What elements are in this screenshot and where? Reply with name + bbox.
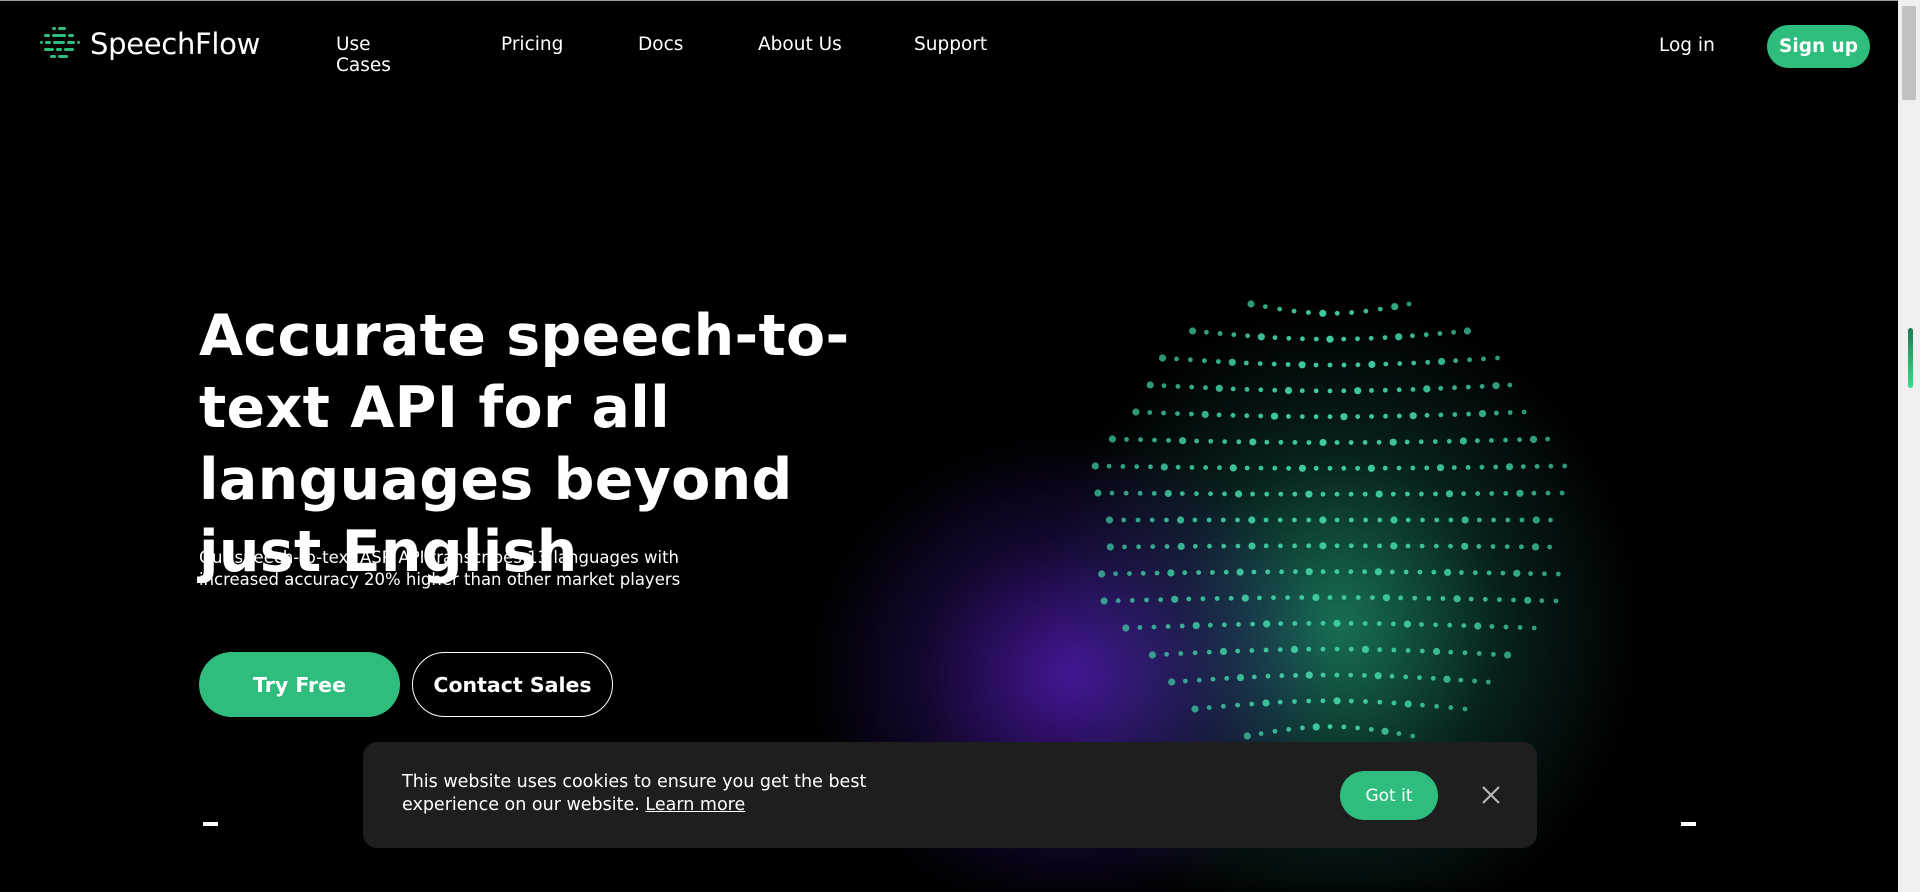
speechflow-logo-icon bbox=[40, 27, 80, 58]
contact-sales-button[interactable]: Contact Sales bbox=[412, 652, 613, 717]
nav-docs[interactable]: Docs bbox=[638, 34, 683, 55]
brand-logo[interactable]: SpeechFlow bbox=[38, 24, 260, 64]
close-icon[interactable] bbox=[1481, 785, 1501, 805]
nav-pricing[interactable]: Pricing bbox=[501, 34, 563, 55]
nav-use-cases[interactable]: Use Cases bbox=[336, 34, 391, 76]
learn-more-link[interactable]: Learn more bbox=[645, 795, 745, 815]
site-header: SpeechFlow Use Cases Pricing Docs About … bbox=[0, 0, 1898, 92]
hero-title: Accurate speech-to-text API for all lang… bbox=[199, 303, 850, 585]
nav-support[interactable]: Support bbox=[914, 34, 987, 55]
try-free-button[interactable]: Try Free bbox=[199, 652, 400, 717]
carousel-dash-right bbox=[1681, 822, 1696, 826]
brand-name: SpeechFlow bbox=[90, 27, 261, 61]
cookie-message: This website uses cookies to ensure you … bbox=[402, 771, 962, 817]
cookie-banner: This website uses cookies to ensure you … bbox=[363, 742, 1537, 848]
scroll-progress-indicator bbox=[1908, 328, 1913, 388]
globe-dots-graphic bbox=[1091, 300, 1568, 740]
signup-button[interactable]: Sign up bbox=[1767, 25, 1870, 68]
page-scrollbar[interactable] bbox=[1898, 0, 1920, 892]
login-link[interactable]: Log in bbox=[1659, 35, 1715, 56]
cookie-text: This website uses cookies to ensure you … bbox=[402, 772, 867, 815]
hero-subtitle: Our speech-to-text ASR API transcribes 1… bbox=[199, 548, 681, 589]
nav-about-us[interactable]: About Us bbox=[758, 34, 842, 55]
carousel-dash-left bbox=[203, 822, 218, 826]
scrollbar-thumb[interactable] bbox=[1902, 6, 1916, 100]
got-it-button[interactable]: Got it bbox=[1340, 771, 1438, 820]
